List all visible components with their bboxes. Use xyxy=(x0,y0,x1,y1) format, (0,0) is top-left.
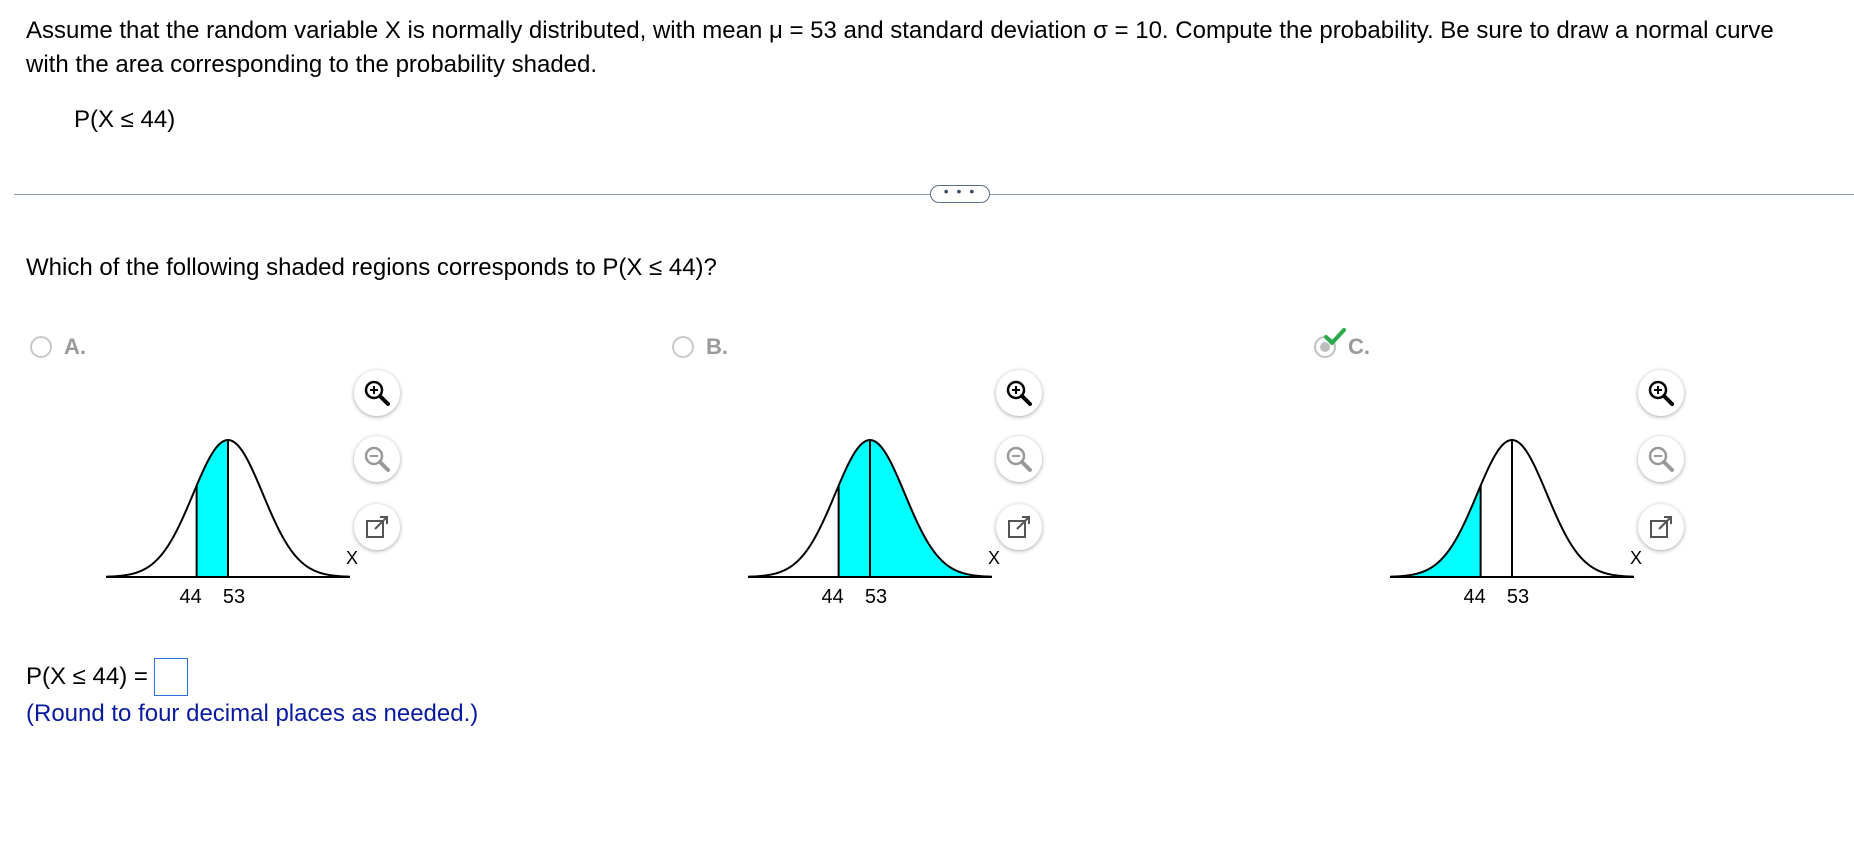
axis-label-x-c: X xyxy=(1630,548,1642,568)
probability-expression: P(X ≤ 44) xyxy=(74,106,176,133)
zoom-in-button-a[interactable] xyxy=(354,370,400,416)
popout-button-a[interactable] xyxy=(354,504,400,550)
popout-button-b[interactable] xyxy=(996,504,1042,550)
zoom-in-button-b[interactable] xyxy=(996,370,1042,416)
radio-option-a[interactable] xyxy=(30,336,52,358)
popout-button-c[interactable] xyxy=(1638,504,1684,550)
answer-input[interactable] xyxy=(153,658,188,696)
ellipsis-icon: • • • xyxy=(943,183,977,199)
shaded-region-b xyxy=(838,440,992,577)
correct-check-icon xyxy=(1324,328,1346,345)
normal-curve-graph-b: 44 53 X xyxy=(747,438,1000,608)
question-text: Which of the following shaded regions co… xyxy=(26,254,717,281)
option-a[interactable]: A. 44 53 X xyxy=(26,330,626,630)
zoom-in-icon xyxy=(1006,380,1032,406)
shaded-region-c xyxy=(1390,485,1481,577)
axis-label-x-b: X xyxy=(988,548,1000,568)
problem-line-2: with the area corresponding to the proba… xyxy=(26,51,598,78)
zoom-out-icon xyxy=(364,446,390,472)
zoom-in-icon xyxy=(364,380,390,406)
zoom-out-icon xyxy=(1648,446,1674,472)
tick-44-c: 44 xyxy=(1464,586,1486,608)
option-c-letter: C. xyxy=(1348,334,1370,359)
answer-label: P(X ≤ 44) = xyxy=(26,663,148,690)
zoom-out-button-b[interactable] xyxy=(996,436,1042,482)
problem-line-1: Assume that the random variable X is nor… xyxy=(26,17,1774,44)
popout-icon xyxy=(366,516,388,538)
normal-curve-graph-a: 44 53 X xyxy=(105,438,358,608)
zoom-in-button-c[interactable] xyxy=(1638,370,1684,416)
popout-icon xyxy=(1008,516,1030,538)
expand-more-button[interactable]: • • • xyxy=(930,183,990,203)
normal-curve-graph-c: 44 53 X xyxy=(1389,438,1642,608)
option-a-letter: A. xyxy=(64,334,86,359)
zoom-out-button-c[interactable] xyxy=(1638,436,1684,482)
option-c[interactable]: C. 44 53 X xyxy=(1310,328,1854,630)
option-b[interactable]: B. 44 53 X xyxy=(668,330,1268,630)
axis-label-x-a: X xyxy=(346,548,358,568)
zoom-out-icon xyxy=(1006,446,1032,472)
tick-44-b: 44 xyxy=(822,586,844,608)
tick-53-b: 53 xyxy=(865,586,887,608)
answer-row: P(X ≤ 44) = xyxy=(26,658,188,696)
zoom-in-icon xyxy=(1648,380,1674,406)
popout-icon xyxy=(1650,516,1672,538)
shaded-region-a xyxy=(196,440,228,577)
zoom-out-button-a[interactable] xyxy=(354,436,400,482)
option-b-letter: B. xyxy=(706,334,728,359)
radio-option-b[interactable] xyxy=(672,336,694,358)
tick-44-a: 44 xyxy=(180,586,202,608)
tick-53-c: 53 xyxy=(1507,586,1529,608)
problem-statement: Assume that the random variable X is nor… xyxy=(26,14,1854,82)
tick-53-a: 53 xyxy=(223,586,245,608)
rounding-hint: (Round to four decimal places as needed.… xyxy=(26,700,479,727)
